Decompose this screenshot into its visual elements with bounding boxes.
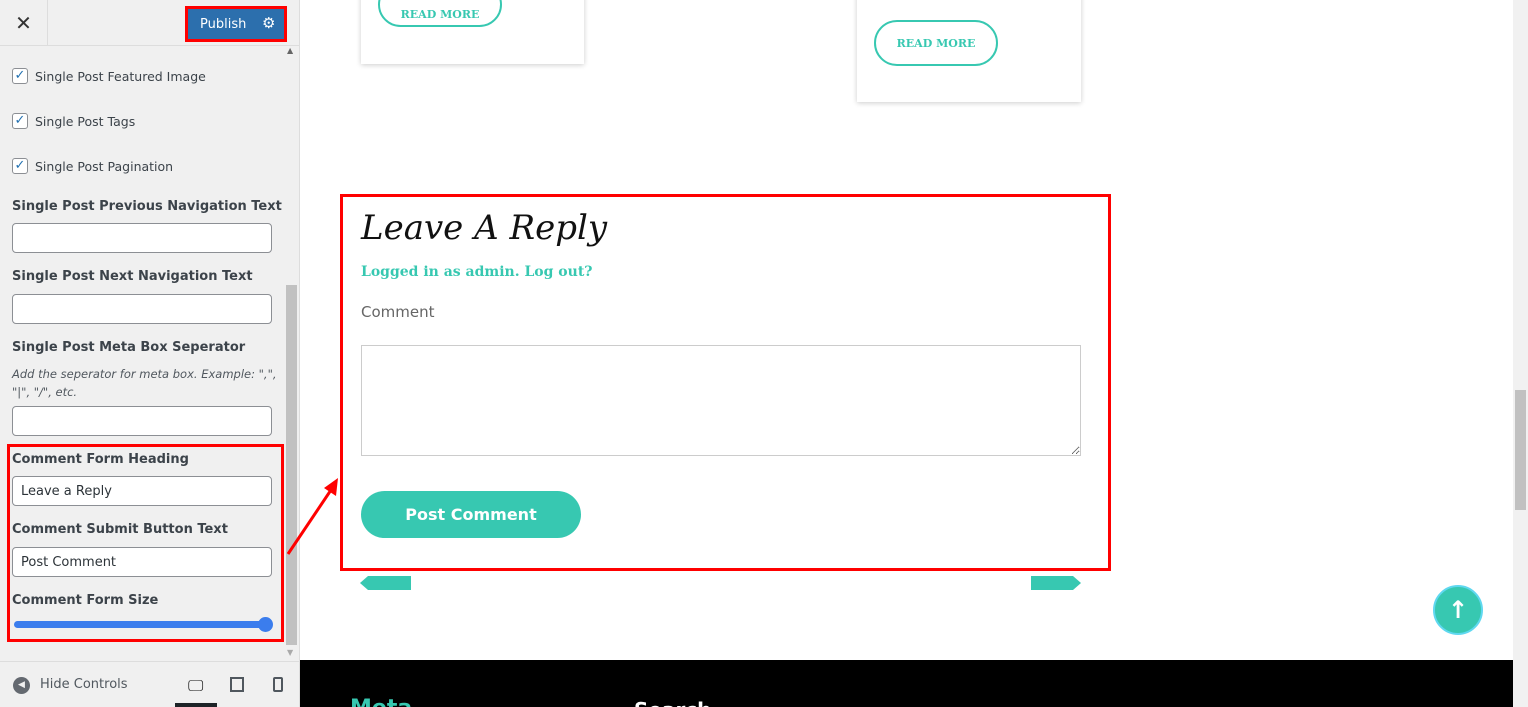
desktop-preview-icon[interactable]: 🖵 [188,676,203,696]
arrow-up-icon: ↑ [1447,596,1469,624]
post-comment-button[interactable]: Post Comment [361,491,581,538]
comment-size-label: Comment Form Size [12,593,159,608]
comment-heading-input[interactable] [12,476,272,506]
next-nav-label: Single Post Next Navigation Text [12,269,253,284]
checkbox-featured-image[interactable]: ✓ [12,68,28,84]
post-comment-label: Post Comment [405,505,537,524]
meta-sep-input[interactable] [12,406,272,436]
scroll-up-icon[interactable]: ▲ [287,46,293,55]
tablet-preview-icon[interactable] [230,677,244,692]
meta-sep-description: Add the seperator for meta box. Example:… [12,367,277,399]
checkbox-label: Single Post Featured Image [35,69,206,84]
comment-textarea[interactable] [361,345,1081,456]
logged-in-text: Logged in as admin. Log out? [361,264,592,280]
hide-controls-button[interactable]: Hide Controls [40,677,128,692]
footer-meta-heading: Meta [350,696,412,707]
hide-controls-icon[interactable]: ◀ [13,677,30,694]
preview-scrollbar[interactable] [1513,0,1528,707]
read-more-button[interactable]: READ MORE [378,0,502,27]
comment-button-input[interactable] [12,547,272,577]
footer-search-heading: Search [634,698,711,707]
read-more-label: READ MORE [400,8,480,21]
comment-button-label: Comment Submit Button Text [12,522,228,537]
comment-heading-label: Comment Form Heading [12,452,189,467]
active-device-indicator [175,703,217,707]
mobile-preview-icon[interactable] [273,677,283,692]
scroll-down-icon[interactable]: ▼ [287,648,293,657]
annotation-arrow [286,478,338,555]
reply-heading: Leave A Reply [361,208,608,248]
highlight-box [7,444,284,642]
next-nav-input[interactable] [12,294,272,324]
prev-nav-input[interactable] [12,223,272,253]
preview-scrollbar-thumb[interactable] [1515,390,1526,510]
prev-post-arrow-icon[interactable] [360,576,412,590]
customizer-sidebar: ✕ Publish ⚙ ▲ ▼ ✓ Single Post Featured I… [0,0,300,707]
publish-label: Publish [200,16,247,32]
comment-label: Comment [361,303,435,321]
close-icon[interactable]: ✕ [0,0,48,46]
scroll-to-top-button[interactable]: ↑ [1433,585,1483,635]
checkbox-label: Single Post Tags [35,114,136,129]
checkbox-tags[interactable]: ✓ [12,113,28,129]
read-more-button[interactable]: READ MORE [874,20,998,66]
checkbox-label: Single Post Pagination [35,159,174,174]
sidebar-scrollbar-thumb[interactable] [286,285,297,645]
next-post-arrow-icon[interactable] [1030,576,1082,590]
slider-handle[interactable] [258,617,273,632]
gear-icon[interactable]: ⚙ [262,14,275,32]
meta-sep-label: Single Post Meta Box Seperator [12,340,246,355]
prev-nav-label: Single Post Previous Navigation Text [12,199,282,214]
logged-in-link[interactable]: Logged in as admin. [361,264,520,280]
log-out-link[interactable]: Log out? [524,264,592,280]
checkbox-pagination[interactable]: ✓ [12,158,28,174]
read-more-label: READ MORE [896,36,976,50]
site-footer: Meta Search [300,660,1513,707]
comment-size-slider[interactable] [14,621,268,628]
